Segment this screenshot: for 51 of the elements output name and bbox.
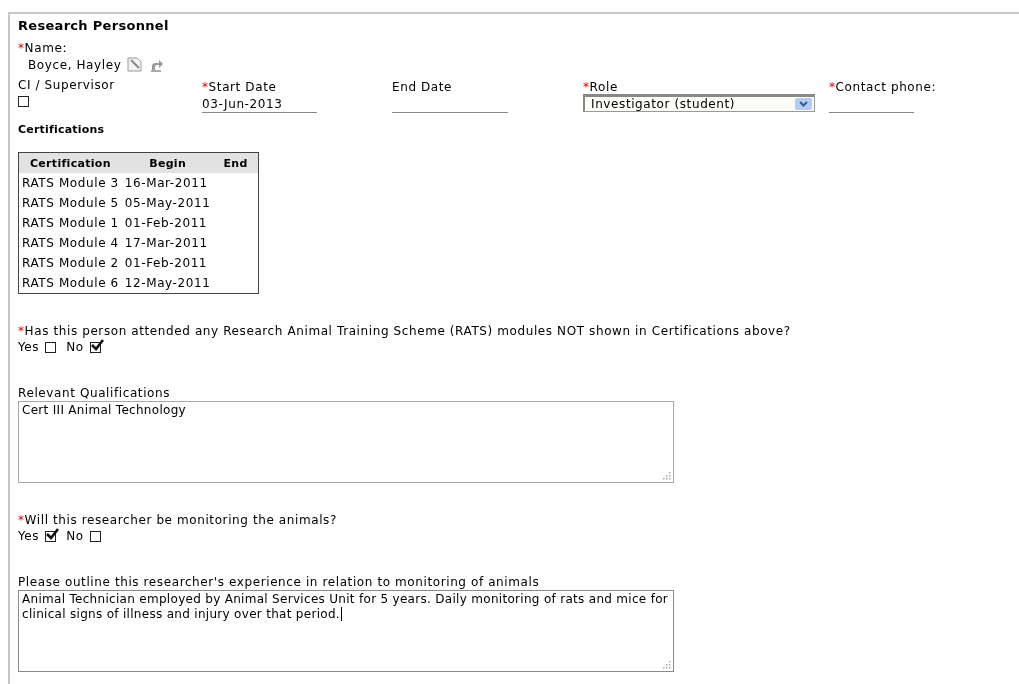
checkbox[interactable] [18, 96, 29, 107]
field-label: Contact phone: [835, 80, 937, 94]
table-cell: RATS Module 3 [18, 173, 122, 193]
table-cell: RATS Module 4 [18, 233, 122, 253]
subsection-title: Certifications [18, 123, 106, 136]
required-asterisk: * [829, 80, 836, 94]
option-label: No [66, 529, 84, 543]
required-asterisk: * [583, 80, 590, 94]
table-cell-text: 01-Feb-2011 [123, 255, 209, 272]
field-label: Relevant Qualifications [18, 386, 171, 400]
checkbox[interactable] [89, 530, 101, 542]
required-asterisk: * [18, 324, 25, 338]
checkbox[interactable] [45, 341, 57, 353]
table-cell-text: 05-May-2011 [123, 195, 212, 212]
column-header: End [213, 152, 259, 173]
option-label: Yes [18, 529, 40, 543]
option-label: No [66, 340, 84, 354]
text-field[interactable]: 03-Jun-2013 [202, 96, 317, 113]
field-label: Role [589, 80, 618, 94]
column-header: Begin [121, 152, 214, 173]
required-asterisk: * [18, 41, 25, 55]
table-cell: RATS Module 5 [18, 193, 122, 213]
share-arrow-icon[interactable] [150, 57, 165, 72]
required-asterisk: * [202, 80, 209, 94]
field-label: Please outline this researcher's experience in relation to monitoring of animals [18, 575, 540, 589]
table-cell-text: 17-Mar-2011 [123, 235, 209, 252]
table-cell: RATS Module 6 [18, 273, 122, 294]
text-area[interactable]: Animal Technician employed by Animal Services Unit for 5 years. Daily monitoring of rats and mice for clinical signs of illness and injury over that period. [18, 590, 674, 672]
role-select[interactable]: Investigator (student) [583, 94, 815, 112]
resize-grip-icon[interactable] [662, 660, 671, 669]
field-label: Start Date [208, 80, 277, 94]
required-asterisk: * [18, 513, 25, 527]
checkbox[interactable] [89, 341, 101, 353]
column-header: Certification [18, 152, 122, 173]
question-text: Has this person attended any Research Animal Training Scheme (RATS) modules NOT shown in Certifications above? [24, 324, 791, 338]
resize-grip-icon[interactable] [662, 471, 671, 480]
edit-icon[interactable] [127, 57, 145, 72]
table-cell: RATS Module 2 [18, 253, 122, 273]
table-cell: 12-May-2011 [121, 273, 214, 294]
table-cell-text: 01-Feb-2011 [123, 215, 209, 232]
table-cell: RATS Module 1 [18, 213, 122, 233]
text-area[interactable]: Cert III Animal Technology [18, 401, 674, 483]
table-cell: 16-Mar-2011 [121, 173, 214, 193]
option-label: Yes [18, 340, 40, 354]
field-label: Name: [24, 41, 68, 55]
field-label: CI / Supervisor [18, 78, 115, 92]
field-label: End Date [392, 80, 453, 94]
section-title: Research Personnel [18, 18, 170, 33]
checkbox[interactable] [45, 530, 57, 542]
person-name: Boyce, Hayley [28, 57, 122, 72]
question-text: Will this researcher be monitoring the animals? [24, 513, 337, 527]
